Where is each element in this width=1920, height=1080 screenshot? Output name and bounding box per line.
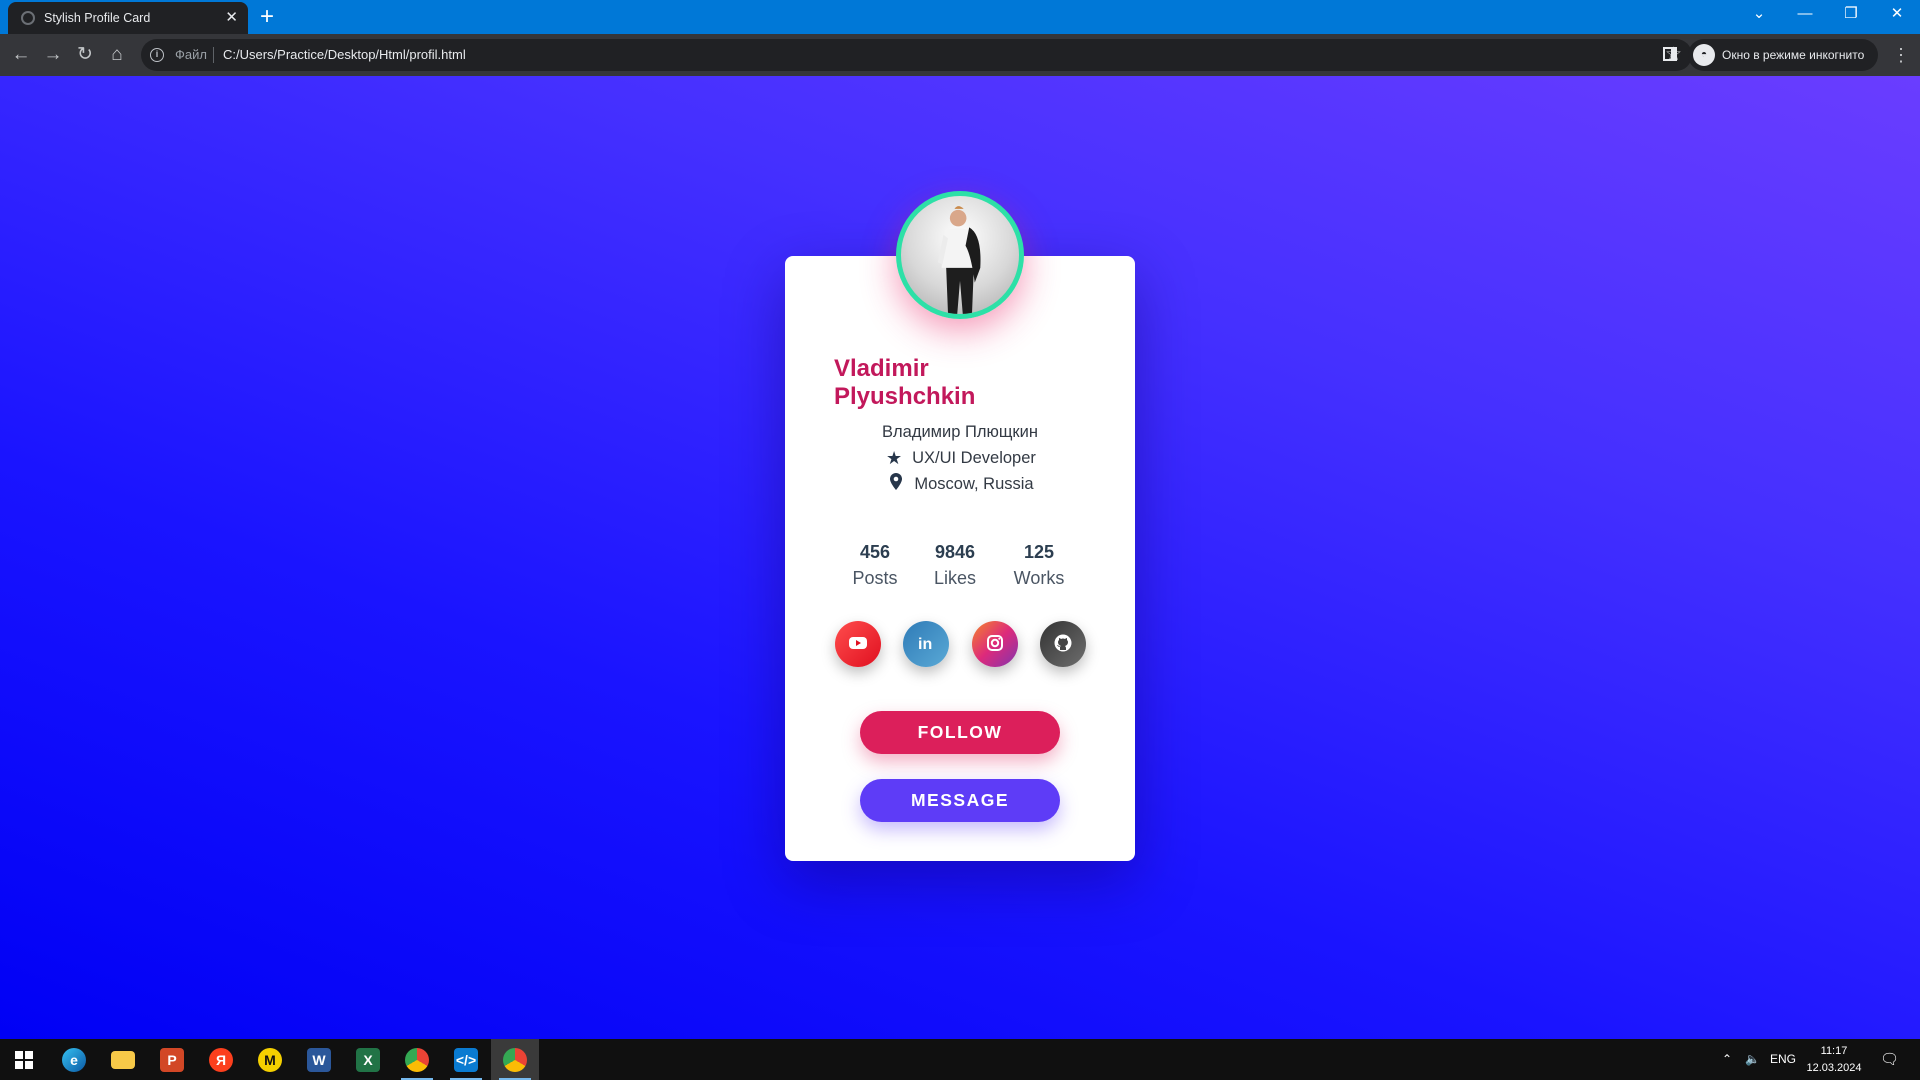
taskbar-chrome[interactable] <box>393 1039 441 1080</box>
incognito-indicator[interactable]: ◓ Окно в режиме инкогнито <box>1688 39 1878 71</box>
instagram-button[interactable] <box>972 621 1018 667</box>
clock-date: 12.03.2024 <box>1806 1062 1862 1074</box>
yandex-icon: Я <box>209 1048 233 1072</box>
tab-search-chevron-icon[interactable]: ⌄ <box>1736 0 1782 28</box>
url-text[interactable]: C:/Users/Practice/Desktop/Html/profil.ht… <box>223 47 466 62</box>
excel-icon: X <box>356 1048 380 1072</box>
side-panel-icon[interactable] <box>1663 47 1677 61</box>
windows-logo-icon <box>15 1051 33 1069</box>
linkedin-button[interactable]: in <box>903 621 949 667</box>
taskbar-vscode[interactable]: </> <box>442 1039 490 1080</box>
profile-location: Moscow, Russia <box>914 475 1034 493</box>
close-tab-icon[interactable]: ✕ <box>225 8 238 26</box>
page-favicon-icon <box>21 11 35 25</box>
location-pin-icon <box>886 473 906 495</box>
url-scheme-label: Файл <box>175 47 207 62</box>
profile-name: Vladimir Plyushchkin <box>834 355 976 410</box>
back-arrow-icon[interactable]: ← <box>8 42 34 68</box>
stat-label: Likes <box>933 568 977 588</box>
incognito-label: Окно в режиме инкогнито <box>1722 48 1865 62</box>
url-divider <box>213 47 214 63</box>
powerpoint-icon: P <box>160 1048 184 1072</box>
chrome-icon <box>503 1048 527 1072</box>
tab-title: Stylish Profile Card <box>44 11 151 25</box>
profile-role-row: ★ UX/UI Developer <box>785 448 1135 469</box>
language-indicator[interactable]: ENG <box>1770 1039 1796 1080</box>
start-button[interactable] <box>0 1039 48 1080</box>
reload-icon[interactable]: ↻ <box>72 42 98 68</box>
address-bar[interactable]: i Файл C:/Users/Practice/Desktop/Html/pr… <box>141 39 1692 71</box>
svg-text:in: in <box>918 636 932 653</box>
instagram-icon <box>987 635 1003 651</box>
windows-taskbar: e P Я M W X </> ⌃ 🔈 ENG 11:17 12.03.2024… <box>0 1039 1920 1080</box>
app-icon: M <box>258 1048 282 1072</box>
profile-card: Vladimir Plyushchkin Владимир Плющкин ★ U… <box>785 191 1135 861</box>
stat-label: Works <box>1013 568 1065 588</box>
youtube-button[interactable] <box>835 621 881 667</box>
stat-posts: 456 Posts <box>835 542 915 589</box>
profile-stats: 456 Posts 9846 Likes 125 Works <box>835 542 1085 592</box>
avatar <box>896 191 1024 319</box>
forward-arrow-icon[interactable]: → <box>40 42 66 68</box>
taskbar-file-explorer[interactable] <box>99 1039 147 1080</box>
taskbar-app[interactable]: M <box>246 1039 294 1080</box>
profile-native-name: Владимир Плющкин <box>882 423 1038 441</box>
chrome-icon <box>405 1048 429 1072</box>
stat-value: 125 <box>1023 542 1055 562</box>
minimize-button[interactable]: — <box>1782 0 1828 28</box>
vscode-icon: </> <box>454 1048 478 1072</box>
message-button[interactable]: MESSAGE <box>860 779 1060 822</box>
stat-likes: 9846 Likes <box>915 542 995 589</box>
browser-tab[interactable]: Stylish Profile Card ✕ <box>8 2 248 34</box>
avatar-photo <box>937 206 981 314</box>
linkedin-icon: in <box>918 636 932 653</box>
stat-value: 456 <box>859 542 891 562</box>
youtube-icon <box>849 637 867 649</box>
taskbar-edge[interactable]: e <box>50 1039 98 1080</box>
profile-location-row: Moscow, Russia <box>785 473 1135 495</box>
clock-time: 11:17 <box>1820 1045 1848 1057</box>
taskbar-excel[interactable]: X <box>344 1039 392 1080</box>
taskbar-powerpoint[interactable]: P <box>148 1039 196 1080</box>
page-viewport: Vladimir Plyushchkin Владимир Плющкин ★ U… <box>0 76 1920 1039</box>
stat-label: Posts <box>852 568 898 588</box>
taskbar-word[interactable]: W <box>295 1039 343 1080</box>
github-button[interactable] <box>1040 621 1086 667</box>
notification-center-icon[interactable]: 🗨 <box>1880 1039 1899 1080</box>
taskbar-chrome-active[interactable] <box>491 1039 539 1080</box>
restore-button[interactable]: ❐ <box>1828 0 1874 28</box>
stat-works: 125 Works <box>999 542 1079 589</box>
folder-icon <box>111 1051 135 1069</box>
incognito-icon: ◓ <box>1693 44 1715 66</box>
star-icon: ★ <box>886 448 903 468</box>
tray-overflow-chevron-icon[interactable]: ⌃ <box>1722 1039 1732 1080</box>
browser-toolbar: ← → ↻ ⌂ i Файл C:/Users/Practice/Desktop… <box>0 34 1920 76</box>
taskbar-yandex[interactable]: Я <box>197 1039 245 1080</box>
stat-value: 9846 <box>934 542 976 562</box>
close-window-button[interactable]: ✕ <box>1874 0 1920 28</box>
volume-icon[interactable]: 🔈 <box>1745 1039 1760 1080</box>
tab-strip: Stylish Profile Card ✕ + ⌄ — ❐ ✕ <box>0 0 1920 34</box>
site-info-icon[interactable]: i <box>150 48 164 62</box>
follow-button[interactable]: FOLLOW <box>860 711 1060 754</box>
browser-menu-icon[interactable]: ⋮ <box>1892 42 1910 68</box>
clock[interactable]: 11:17 12.03.2024 <box>1806 1039 1862 1080</box>
edge-icon: e <box>62 1048 86 1072</box>
home-icon[interactable]: ⌂ <box>104 42 130 68</box>
word-icon: W <box>307 1048 331 1072</box>
github-icon <box>1054 634 1072 652</box>
profile-role: UX/UI Developer <box>912 449 1036 467</box>
new-tab-button[interactable]: + <box>260 2 274 32</box>
